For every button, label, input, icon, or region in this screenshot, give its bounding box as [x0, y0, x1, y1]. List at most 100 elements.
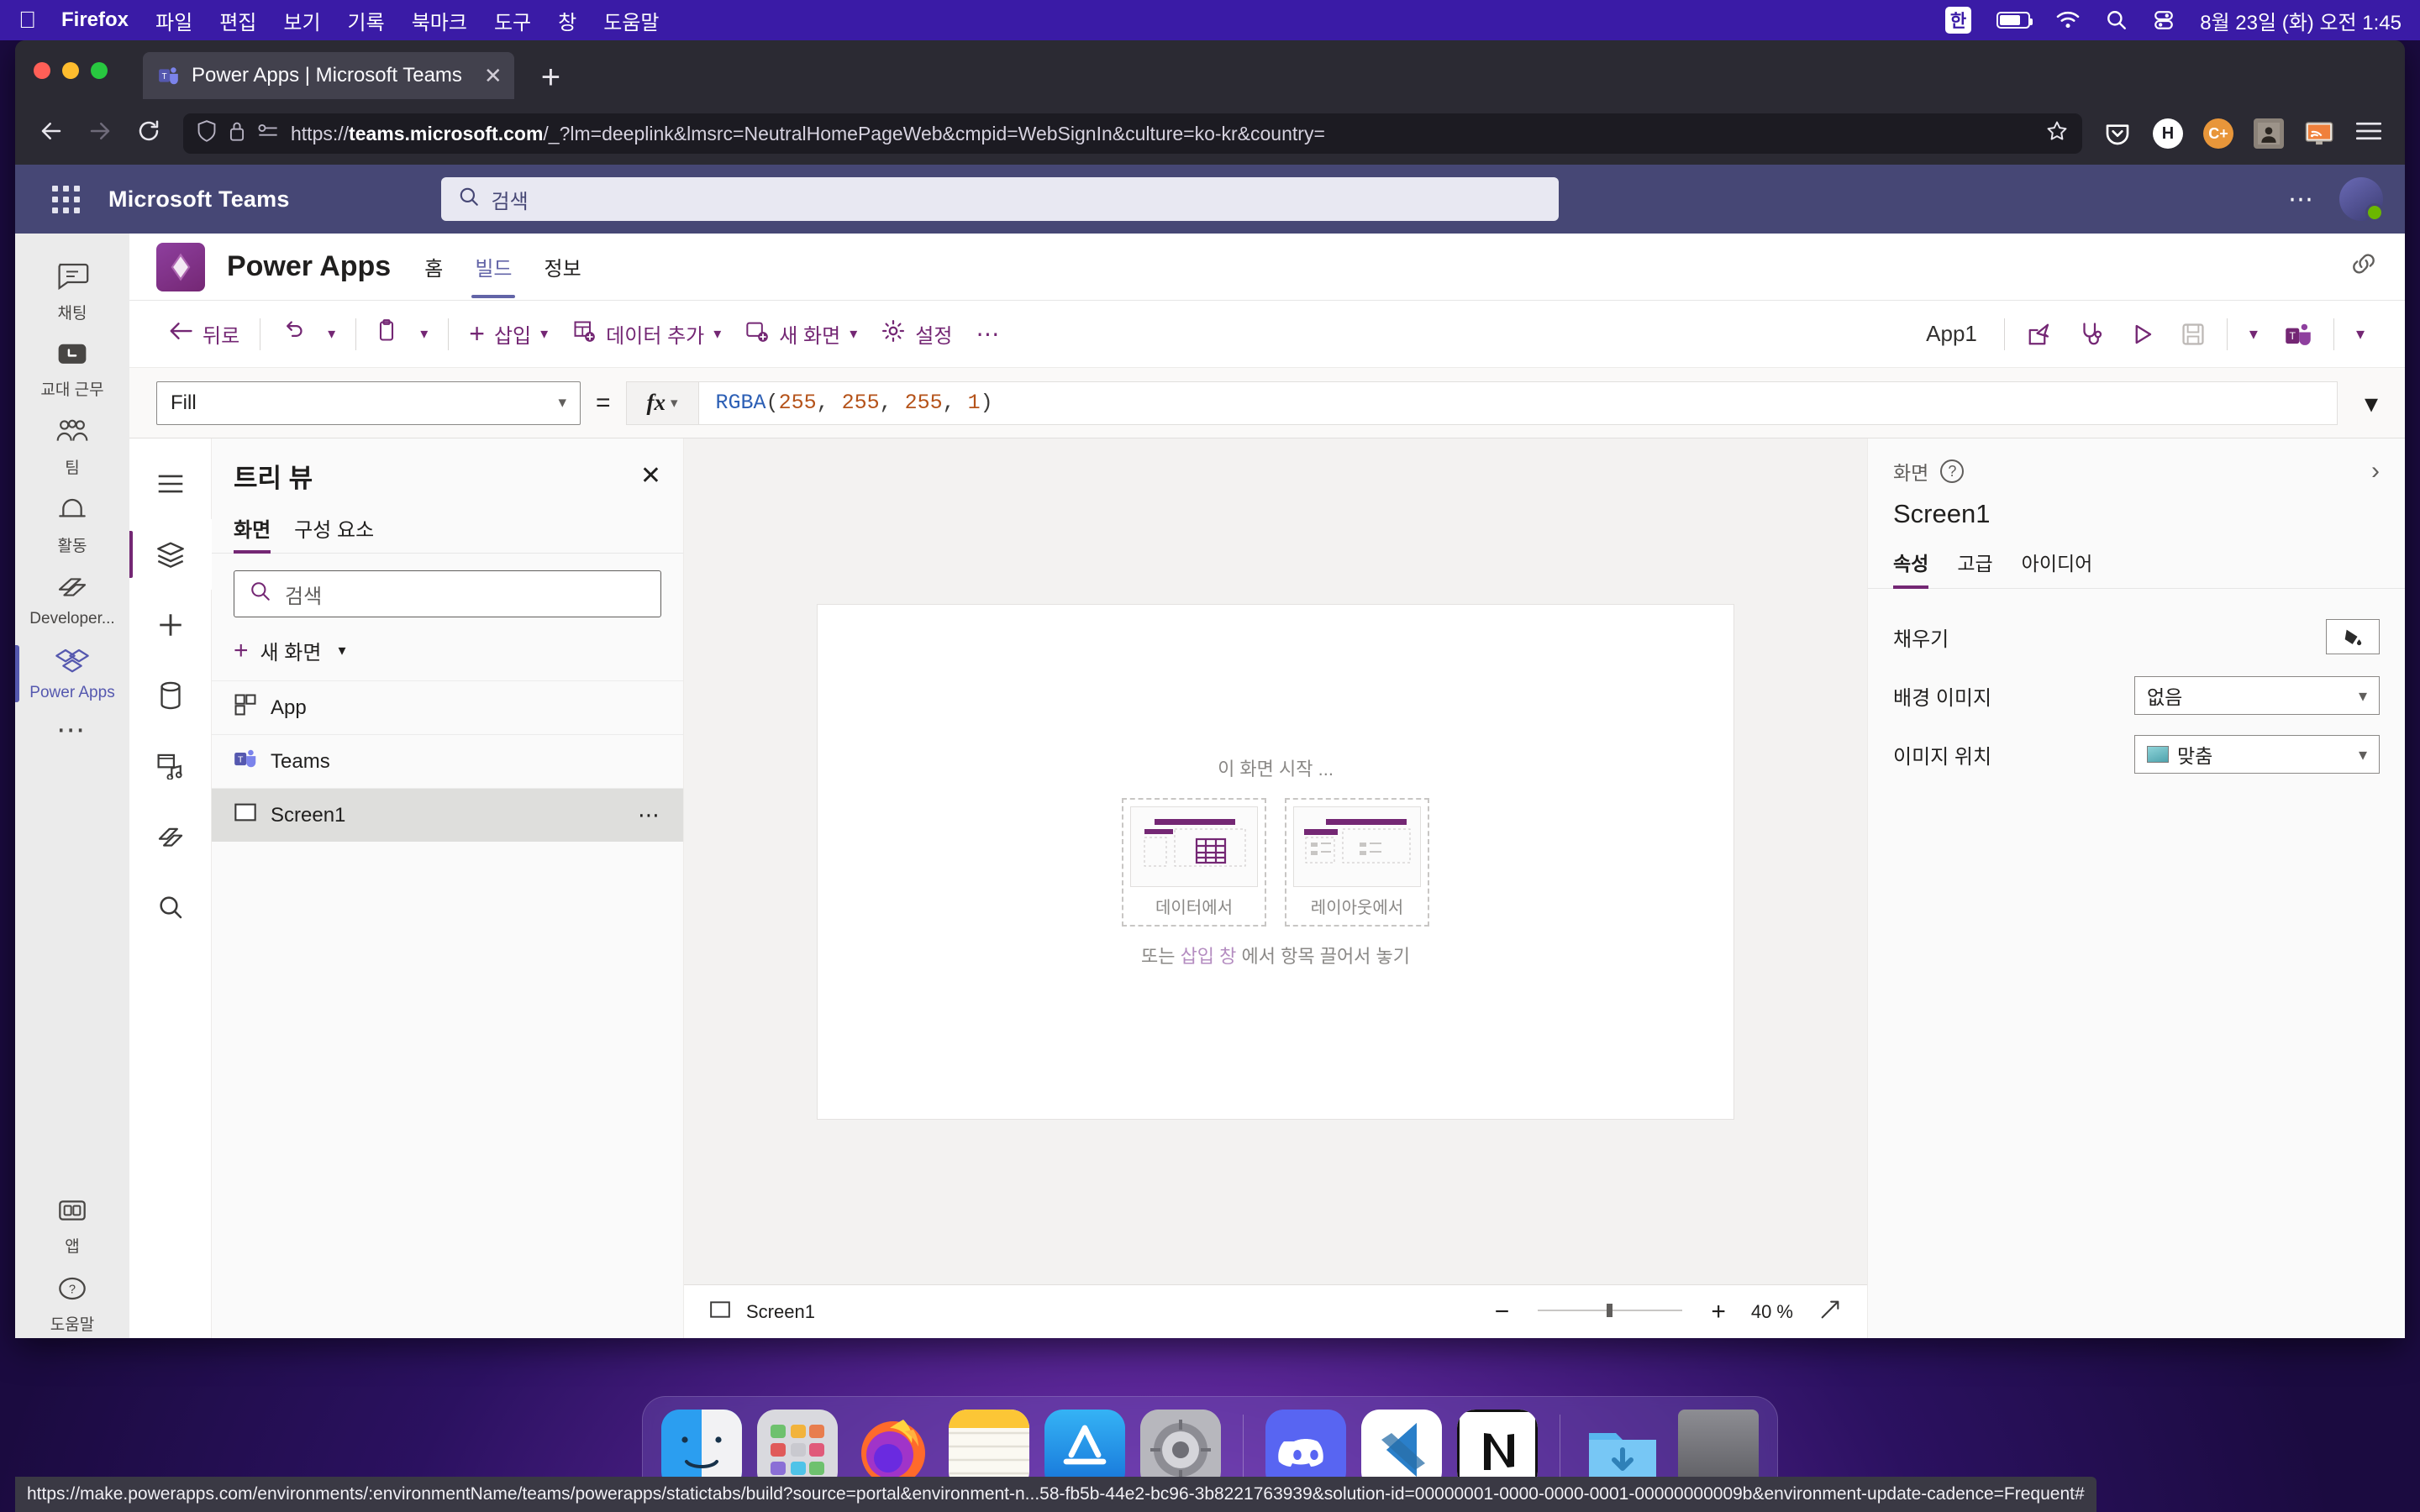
c-plus-extension-icon[interactable]: C+ — [2203, 118, 2233, 149]
forward-arrow-icon[interactable] — [86, 118, 114, 149]
apple-icon[interactable]:  — [18, 8, 36, 32]
zoom-slider[interactable] — [1534, 1301, 1686, 1323]
menubar-clock[interactable]: 8월 23일 (화) 오전 1:45 — [2200, 6, 2402, 35]
paste-button[interactable] — [365, 312, 408, 355]
menu-history[interactable]: 기록 — [348, 6, 385, 35]
more-icon[interactable]: ⋯ — [638, 802, 661, 828]
tab-components[interactable]: 구성 요소 — [294, 513, 374, 553]
publish-to-teams-button[interactable]: T — [2271, 315, 2325, 354]
image-position-dropdown[interactable]: 맞춤 ▾ — [2134, 735, 2380, 774]
menu-edit[interactable]: 편집 — [219, 6, 256, 35]
media-panel-button[interactable] — [129, 731, 212, 801]
property-select[interactable]: Fill ▾ — [156, 381, 581, 425]
sidebar-item-apps[interactable]: 앱 — [15, 1187, 129, 1265]
address-bar[interactable]: https://teams.microsoft.com/_?lm=deeplin… — [183, 113, 2082, 154]
sidebar-item-shifts[interactable]: 교대 근무 — [15, 332, 129, 408]
new-screen-tree-button[interactable]: + 새 화면 ▾ — [212, 617, 683, 680]
preview-button[interactable] — [2116, 315, 2168, 354]
app-checker-button[interactable] — [2065, 315, 2116, 354]
back-button[interactable]: 뒤로 — [156, 312, 251, 355]
dark-extension-icon[interactable] — [2254, 118, 2284, 149]
close-icon[interactable]: ✕ — [640, 461, 661, 491]
maximize-window-button[interactable] — [91, 62, 108, 79]
undo-button[interactable] — [269, 312, 316, 355]
pocket-icon[interactable] — [2102, 118, 2133, 149]
tab-about[interactable]: 정보 — [540, 245, 584, 288]
sidebar-item-power-apps[interactable]: Power Apps — [15, 637, 129, 711]
data-panel-button[interactable] — [129, 660, 212, 731]
permissions-icon[interactable] — [257, 121, 279, 146]
close-window-button[interactable] — [34, 62, 50, 79]
rss-extension-icon[interactable] — [2304, 118, 2334, 149]
menu-app-name[interactable]: Firefox — [61, 8, 129, 32]
formula-input[interactable]: fx ▾ RGBA(255, 255, 255, 1) — [625, 381, 2338, 425]
more-icon[interactable]: ⋯ — [2288, 185, 2316, 214]
spotlight-search-icon[interactable] — [2106, 9, 2128, 31]
menu-file[interactable]: 파일 — [155, 6, 192, 35]
save-dropdown[interactable]: ▾ — [2236, 317, 2271, 351]
undo-dropdown[interactable]: ▾ — [316, 318, 347, 349]
menu-help[interactable]: 도움말 — [603, 6, 659, 35]
wifi-icon[interactable] — [2055, 10, 2081, 30]
save-button[interactable] — [2168, 316, 2218, 353]
menu-bookmarks[interactable]: 북마크 — [412, 6, 467, 35]
back-arrow-icon[interactable] — [37, 118, 66, 149]
sidebar-item-more[interactable]: ⋯ — [15, 711, 129, 749]
app-launcher-icon[interactable] — [52, 185, 80, 213]
plus-icon[interactable]: + — [541, 60, 560, 94]
chevron-right-icon[interactable]: › — [2371, 457, 2380, 486]
minimize-window-button[interactable] — [62, 62, 79, 79]
menu-toggle-button[interactable] — [129, 449, 212, 519]
plus-icon[interactable]: + — [1711, 1299, 1726, 1325]
shield-icon[interactable] — [197, 120, 217, 147]
hamburger-menu-icon[interactable] — [2354, 121, 2383, 146]
start-from-data-button[interactable]: 데이터에서 — [1122, 798, 1266, 927]
sidebar-item-developer-portal[interactable]: Developer... — [15, 564, 129, 637]
background-image-dropdown[interactable]: 없음 ▾ — [2134, 676, 2380, 715]
teams-search-input[interactable]: 검색 — [440, 177, 1559, 221]
sidebar-item-teams[interactable]: 팀 — [15, 408, 129, 486]
sidebar-item-chat[interactable]: 채팅 — [15, 252, 129, 332]
star-icon[interactable] — [2045, 119, 2069, 148]
control-center-icon[interactable] — [2153, 9, 2175, 31]
browser-tab[interactable]: T Power Apps | Microsoft Teams ✕ — [143, 52, 514, 99]
start-from-layout-button[interactable]: 레이아웃에서 — [1285, 798, 1429, 927]
input-source-indicator[interactable]: 한 — [1944, 7, 1972, 34]
tab-screens[interactable]: 화면 — [234, 513, 271, 554]
fill-bucket-icon[interactable] — [2326, 619, 2380, 654]
paste-dropdown[interactable]: ▾ — [408, 318, 439, 349]
sidebar-item-activity[interactable]: 활동 — [15, 486, 129, 564]
lock-icon[interactable] — [229, 120, 245, 147]
share-button[interactable] — [2013, 316, 2065, 353]
canvas-area[interactable]: 이 화면 시작 ... 데이터에서 레이아웃에서 또는 삽입 창 에서 항목 끌… — [684, 438, 1867, 1284]
tree-view-button[interactable] — [129, 519, 212, 590]
close-icon[interactable]: ✕ — [484, 63, 502, 89]
tab-build[interactable]: 빌드 — [471, 245, 516, 298]
link-icon[interactable] — [2349, 253, 2378, 281]
sidebar-item-help[interactable]: ? 도움말 — [15, 1265, 129, 1338]
tab-advanced[interactable]: 고급 — [1957, 548, 1992, 588]
h-extension-icon[interactable]: H — [2153, 118, 2183, 149]
insert-button[interactable]: + 삽입 ▾ — [457, 312, 560, 355]
app-canvas[interactable]: 이 화면 시작 ... 데이터에서 레이아웃에서 또는 삽입 창 에서 항목 끌… — [817, 603, 1734, 1120]
settings-button[interactable]: 설정 — [869, 312, 964, 356]
power-automate-panel-button[interactable] — [129, 801, 212, 872]
new-screen-button[interactable]: 새 화면 ▾ — [733, 312, 869, 355]
fit-screen-icon[interactable] — [1818, 1298, 1842, 1326]
tab-home[interactable]: 홈 — [421, 245, 446, 288]
formula-text[interactable]: RGBA(255, 255, 255, 1) — [699, 391, 1010, 415]
tab-properties[interactable]: 속성 — [1893, 548, 1929, 589]
battery-icon[interactable] — [1996, 12, 2033, 29]
help-icon[interactable]: ? — [1940, 459, 1965, 483]
insert-panel-button[interactable] — [129, 590, 212, 660]
overflow-commands-button[interactable]: ⋯ — [964, 313, 1013, 354]
search-panel-button[interactable] — [129, 872, 212, 942]
menu-window[interactable]: 창 — [558, 6, 576, 35]
more-actions-dropdown[interactable]: ▾ — [2343, 317, 2378, 351]
minus-icon[interactable]: − — [1495, 1299, 1510, 1325]
window-traffic-lights[interactable] — [34, 62, 108, 79]
menu-tools[interactable]: 도구 — [494, 6, 531, 35]
tab-ideas[interactable]: 아이디어 — [2022, 548, 2093, 588]
reload-icon[interactable] — [134, 118, 163, 149]
add-data-button[interactable]: 데이터 추가 ▾ — [560, 312, 733, 355]
